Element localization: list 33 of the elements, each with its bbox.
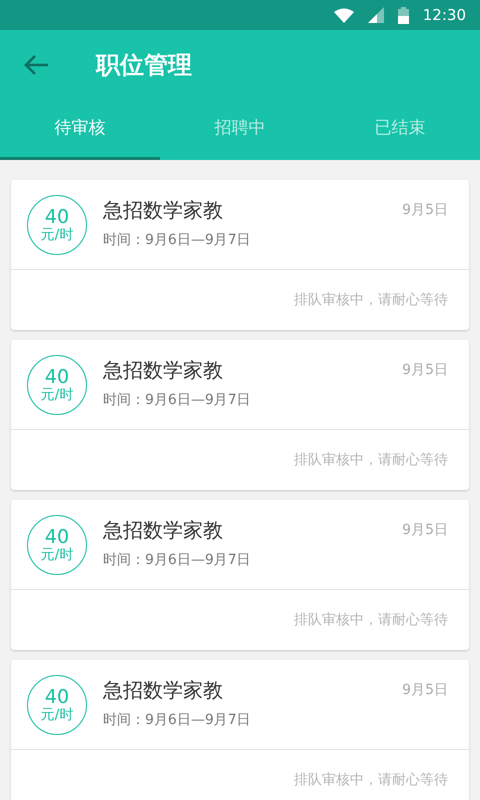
job-period: 时间：9月6日—9月7日 xyxy=(103,711,252,729)
wage-amount: 40 xyxy=(44,366,70,386)
job-period: 时间：9月6日—9月7日 xyxy=(103,391,252,409)
job-card[interactable]: 40 元/时 急招数学家教 时间：9月6日—9月7日 9月5日 排队审核中，请耐心等待 xyxy=(11,660,469,800)
wage-unit: 元/时 xyxy=(40,546,74,564)
wage-amount: 40 xyxy=(44,206,70,226)
screen-title: 职位管理 xyxy=(96,50,192,81)
job-period: 时间：9月6日—9月7日 xyxy=(103,551,252,569)
signal-icon xyxy=(368,7,384,23)
status-time: 12:30 xyxy=(422,6,466,24)
wage-unit: 元/时 xyxy=(40,706,74,724)
battery-icon xyxy=(398,6,409,24)
job-card[interactable]: 40 元/时 急招数学家教 时间：9月6日—9月7日 9月5日 排队审核中，请耐心等待 xyxy=(11,500,469,650)
job-period: 时间：9月6日—9月7日 xyxy=(103,231,252,249)
review-status: 排队审核中，请耐心等待 xyxy=(294,451,448,469)
post-date: 9月5日 xyxy=(402,681,448,699)
review-status: 排队审核中，请耐心等待 xyxy=(294,771,448,789)
review-status: 排队审核中，请耐心等待 xyxy=(294,291,448,309)
post-date: 9月5日 xyxy=(402,361,448,379)
post-date: 9月5日 xyxy=(402,201,448,219)
review-status: 排队审核中，请耐心等待 xyxy=(294,611,448,629)
job-title: 急招数学家教 xyxy=(103,197,224,223)
job-card[interactable]: 40 元/时 急招数学家教 时间：9月6日—9月7日 9月5日 排队审核中，请耐心等待 xyxy=(11,340,469,490)
job-title: 急招数学家教 xyxy=(103,677,224,703)
wage-amount: 40 xyxy=(44,526,70,546)
job-card[interactable]: 40 元/时 急招数学家教 时间：9月6日—9月7日 9月5日 排队审核中，请耐心等待 xyxy=(11,180,469,330)
post-date: 9月5日 xyxy=(402,521,448,539)
job-title: 急招数学家教 xyxy=(103,517,224,543)
wage-amount: 40 xyxy=(44,686,70,706)
wage-unit: 元/时 xyxy=(40,386,74,404)
wifi-icon xyxy=(334,8,354,22)
job-title: 急招数学家教 xyxy=(103,357,224,383)
wage-unit: 元/时 xyxy=(40,226,74,244)
